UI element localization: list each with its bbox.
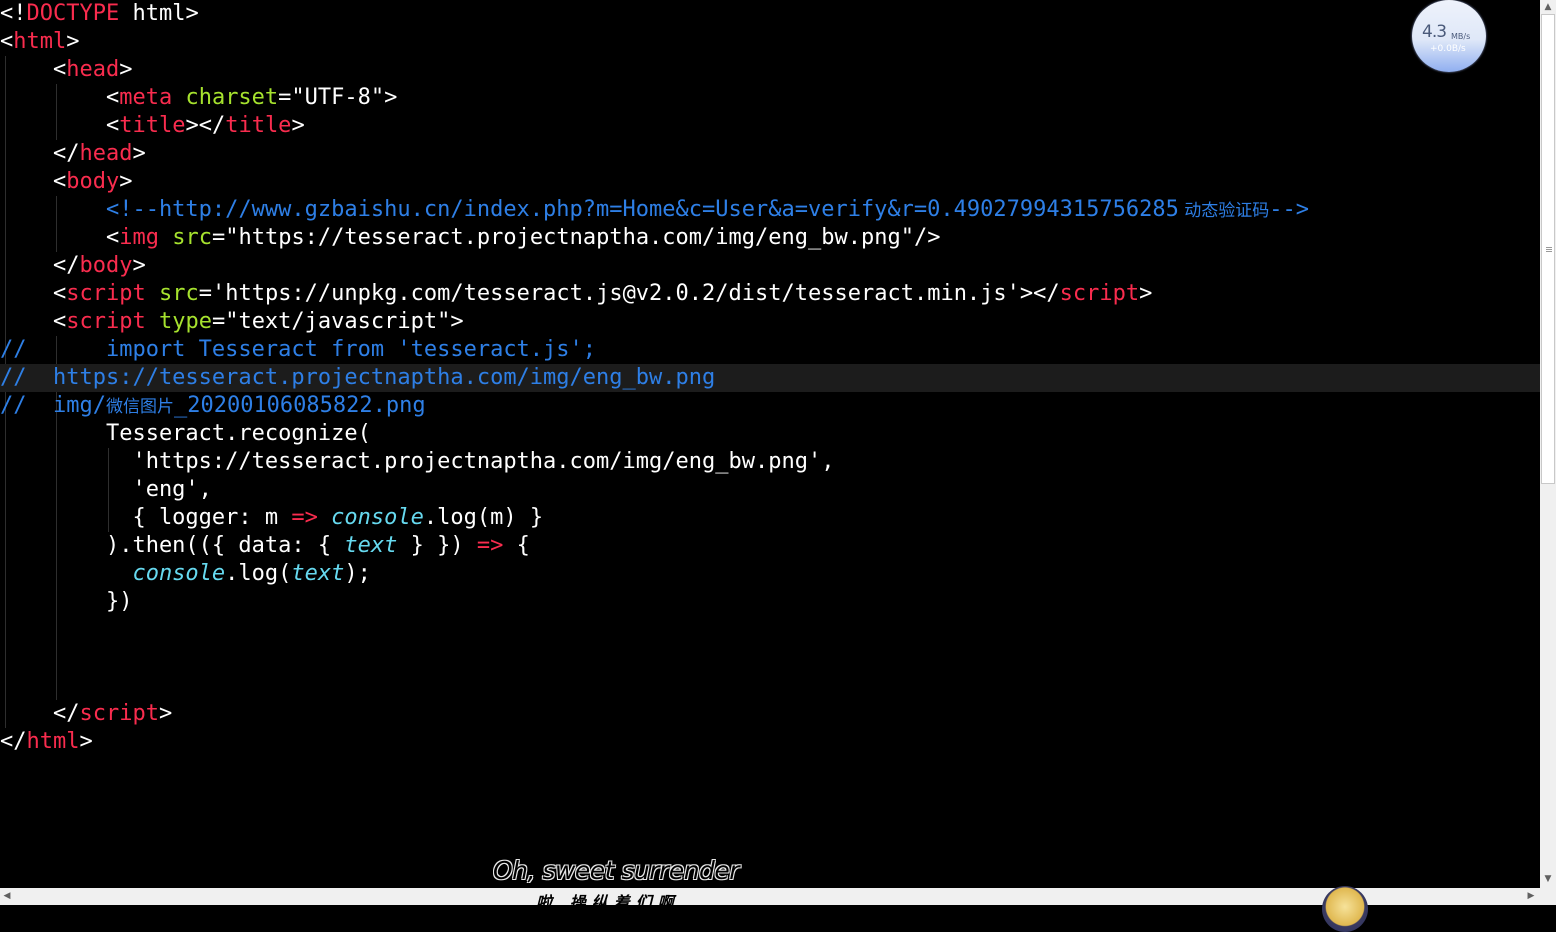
code-line-14-current: // https://tesseract.projectnaptha.com/i…	[0, 364, 1540, 392]
horizontal-scrollbar[interactable]: ◀ ▶	[0, 888, 1540, 905]
code-line-5: <title></title>	[0, 113, 305, 138]
code-line-22: })	[0, 589, 133, 614]
code-line-17: 'https://tesseract.projectnaptha.com/img…	[0, 449, 835, 474]
scroll-up-arrow-icon[interactable]: ▲	[1540, 0, 1556, 14]
code-line-8: <!--http://www.gzbaishu.cn/index.php?m=H…	[0, 197, 1309, 222]
scrollbar-corner	[1540, 888, 1556, 905]
avatar[interactable]	[1322, 886, 1368, 932]
code-line-12: <script type="text/javascript">	[0, 309, 464, 334]
code-line-7: <body>	[0, 169, 133, 194]
code-line-19: { logger: m => console.log(m) }	[0, 505, 544, 530]
code-line-4: <meta charset="UTF-8">	[0, 85, 398, 110]
code-line-3: <head>	[0, 57, 133, 82]
scroll-left-arrow-icon[interactable]: ◀	[0, 888, 14, 905]
code-line-18: 'eng',	[0, 477, 212, 502]
speed-upload: +0.0B/s	[1430, 44, 1466, 54]
code-line-27: </html>	[0, 729, 93, 754]
code-line-16: Tesseract.recognize(	[0, 421, 371, 446]
code-line-20: ).then(({ data: { text } }) => {	[0, 533, 530, 558]
speed-value: 4.3	[1422, 22, 1447, 42]
code-line-2: <html>	[0, 29, 80, 54]
network-speed-widget[interactable]: 4.3 MB/s +0.0B/s	[1412, 0, 1486, 72]
code-line-26: </script>	[0, 701, 173, 726]
scroll-right-arrow-icon[interactable]: ▶	[1524, 888, 1538, 905]
lyrics-line-current: Oh, sweet surrender	[493, 856, 740, 885]
code-line-13: // import Tesseract from 'tesseract.js';	[0, 337, 597, 362]
vertical-scrollbar[interactable]: ▲ ▼	[1540, 0, 1556, 888]
code-editor[interactable]: <!DOCTYPE html> <html> <head> <meta char…	[0, 0, 1540, 888]
code-line-9: <img src="https://tesseract.projectnapth…	[0, 225, 941, 250]
lyrics-line-next: 啦 操纵着们啊	[536, 893, 680, 912]
grip-icon	[1546, 247, 1552, 248]
vertical-scroll-thumb[interactable]	[1541, 14, 1555, 484]
scroll-down-arrow-icon[interactable]: ▼	[1540, 872, 1556, 886]
code-line-10: </body>	[0, 253, 146, 278]
speed-unit: MB/s	[1451, 32, 1471, 41]
code-line-6: </head>	[0, 141, 146, 166]
code-line-15: // img/微信图片_20200106085822.png	[0, 393, 426, 418]
code-line-21: console.log(text);	[132, 561, 371, 586]
code-line-11: <script src='https://unpkg.com/tesseract…	[0, 281, 1153, 306]
code-line-1: <!DOCTYPE html>	[0, 1, 199, 26]
